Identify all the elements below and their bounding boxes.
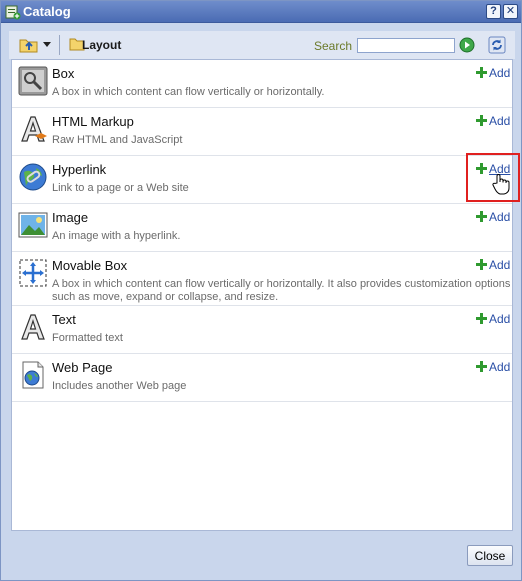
item-title: Image — [52, 210, 89, 225]
item-description: A box in which content can flow vertical… — [52, 86, 325, 98]
list-item: Box A box in which content can flow vert… — [12, 60, 512, 108]
add-label: Add — [489, 360, 511, 374]
list-item: Hyperlink Link to a page or a Web site A… — [12, 156, 512, 204]
add-movable-box-link[interactable]: Add — [476, 258, 510, 272]
list-item: Web Page Includes another Web page Add — [12, 354, 512, 402]
add-label: Add — [489, 312, 511, 326]
list-item: HTML Markup Raw HTML and JavaScript Add — [12, 108, 512, 156]
text-icon — [21, 314, 45, 340]
list-item: Movable Box A box in which content can f… — [12, 252, 512, 306]
item-title: HTML Markup — [52, 114, 134, 129]
plus-icon — [476, 67, 487, 78]
item-description: Includes another Web page — [52, 380, 187, 392]
list-item: Text Formatted text Add — [12, 306, 512, 354]
box-icon — [18, 66, 48, 96]
plus-icon — [476, 361, 487, 372]
movable-box-icon — [19, 259, 47, 287]
add-label: Add — [489, 210, 511, 224]
toolbar-divider — [59, 35, 60, 55]
search-go-icon[interactable] — [459, 37, 475, 53]
item-description: Formatted text — [52, 332, 123, 344]
close-button[interactable]: Close — [467, 545, 513, 566]
layout-breadcrumb[interactable]: Layout — [82, 38, 121, 52]
catalog-icon — [5, 5, 21, 20]
plus-icon — [476, 313, 487, 324]
image-icon — [18, 212, 48, 238]
add-label: Add — [489, 114, 511, 128]
item-title: Movable Box — [52, 258, 128, 273]
refresh-icon[interactable] — [488, 36, 506, 54]
item-description: Link to a page or a Web site — [52, 182, 189, 194]
item-description: An image with a hyperlink. — [52, 230, 181, 242]
item-description: A box in which content can flow vertical… — [52, 278, 511, 303]
plus-icon — [476, 211, 487, 222]
catalog-list: Box A box in which content can flow vert… — [11, 59, 513, 531]
add-label: Add — [489, 258, 511, 272]
add-html-markup-link[interactable]: Add — [476, 114, 510, 128]
add-web-page-link[interactable]: Add — [476, 360, 510, 374]
html-markup-icon — [21, 116, 47, 142]
item-description: Raw HTML and JavaScript — [52, 134, 183, 146]
add-box-link[interactable]: Add — [476, 66, 510, 80]
hyperlink-icon — [19, 163, 47, 191]
plus-icon — [476, 115, 487, 126]
title-bar: Catalog ? ✕ — [1, 1, 521, 23]
catalog-dialog: Catalog ? ✕ Layout Search Box A box in w… — [0, 0, 522, 581]
plus-icon — [476, 259, 487, 270]
web-page-icon — [22, 361, 44, 389]
help-button[interactable]: ? — [486, 4, 501, 19]
dialog-title: Catalog — [23, 4, 71, 19]
search-input[interactable] — [357, 38, 455, 53]
item-title: Box — [52, 66, 75, 81]
list-item: Image An image with a hyperlink. Add — [12, 204, 512, 252]
item-title: Hyperlink — [52, 162, 107, 177]
dialog-footer — [1, 538, 521, 580]
chevron-down-icon[interactable] — [43, 42, 51, 48]
item-title: Text — [52, 312, 76, 327]
add-image-link[interactable]: Add — [476, 210, 510, 224]
hand-cursor-icon — [492, 174, 510, 195]
item-title: Web Page — [52, 360, 113, 375]
add-label: Add — [489, 66, 511, 80]
search-label: Search — [314, 39, 353, 53]
folder-up-icon[interactable] — [19, 36, 39, 54]
close-window-button[interactable]: ✕ — [503, 4, 518, 19]
add-text-link[interactable]: Add — [476, 312, 510, 326]
